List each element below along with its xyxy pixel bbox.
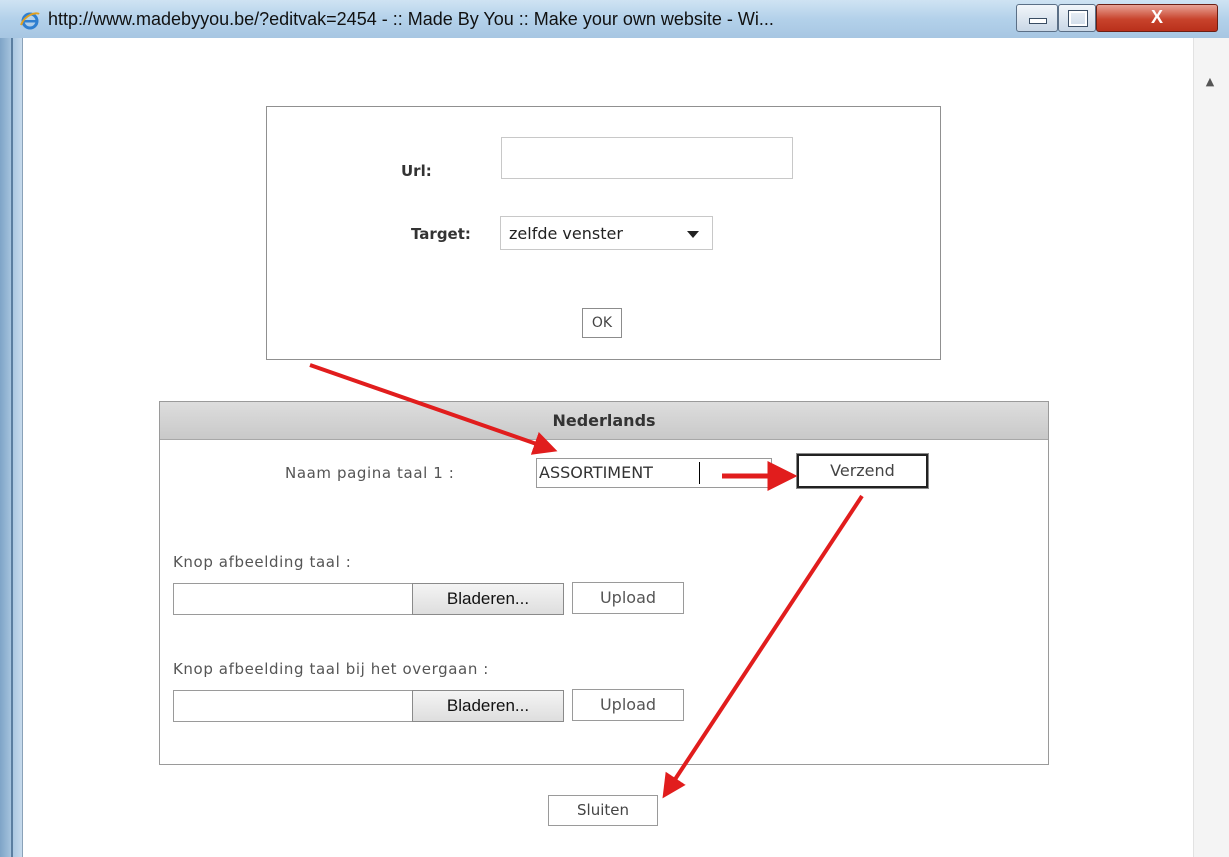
scroll-up-arrow-icon[interactable]: ▲: [1203, 76, 1217, 88]
page-name-input[interactable]: ASSORTIMENT: [536, 458, 772, 488]
button-hover-image-browse-button[interactable]: Bladeren...: [412, 690, 564, 722]
window-frame-divider: [11, 38, 13, 857]
dropdown-arrow-icon: [687, 231, 699, 238]
page-name-value: ASSORTIMENT: [539, 463, 653, 482]
text-caret: [699, 462, 700, 484]
verzend-button[interactable]: Verzend: [796, 453, 929, 489]
content-edge: [22, 38, 23, 857]
url-input[interactable]: [501, 137, 793, 179]
maximize-button[interactable]: [1058, 4, 1096, 32]
ok-button[interactable]: OK: [582, 308, 622, 338]
close-button[interactable]: X: [1096, 4, 1218, 32]
sluiten-button[interactable]: Sluiten: [548, 795, 658, 826]
button-hover-image-upload-button[interactable]: Upload: [572, 689, 684, 721]
minimize-button[interactable]: [1016, 4, 1058, 32]
window-controls: X: [1016, 4, 1221, 34]
target-label: Target:: [411, 225, 471, 243]
button-image-file-input[interactable]: [173, 583, 413, 615]
button-hover-image-label: Knop afbeelding taal bij het overgaan :: [173, 660, 489, 678]
window-title: http://www.madebyyou.be/?editvak=2454 - …: [48, 9, 774, 29]
maximize-icon: [1068, 10, 1088, 27]
button-hover-image-file-input[interactable]: [173, 690, 413, 722]
page-name-label: Naam pagina taal 1 :: [285, 464, 455, 482]
vertical-scrollbar[interactable]: [1193, 38, 1229, 857]
language-panel-header: Nederlands: [160, 402, 1048, 440]
url-label: Url:: [401, 162, 432, 180]
target-select[interactable]: zelfde venster: [500, 216, 713, 250]
close-icon: X: [1150, 7, 1163, 27]
button-image-upload-button[interactable]: Upload: [572, 582, 684, 614]
window-titlebar: http://www.madebyyou.be/?editvak=2454 - …: [0, 0, 1229, 38]
language-panel-title: Nederlands: [552, 411, 656, 430]
ie-icon: [20, 12, 40, 30]
button-image-browse-button[interactable]: Bladeren...: [412, 583, 564, 615]
minimize-icon: [1029, 18, 1047, 24]
target-selected-value: zelfde venster: [509, 224, 623, 243]
button-image-label: Knop afbeelding taal :: [173, 553, 352, 571]
